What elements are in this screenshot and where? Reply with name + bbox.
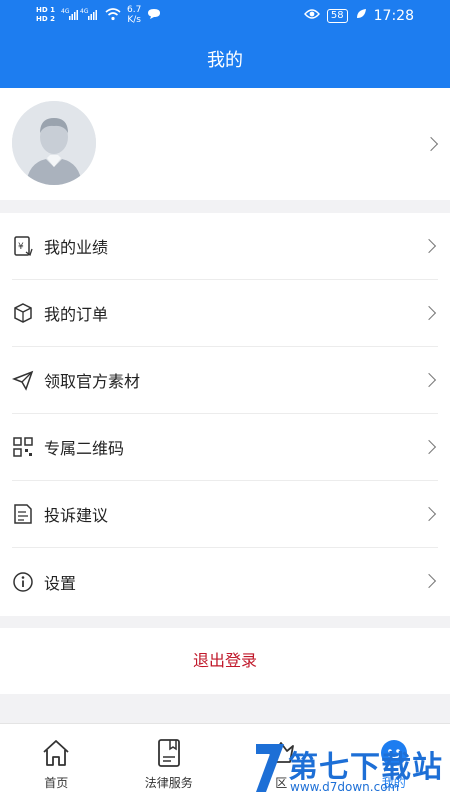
qr-code-icon <box>12 436 34 458</box>
sim1-label: HD 1 <box>36 6 55 14</box>
tab-label: 首页 <box>44 776 69 790</box>
menu-item-qrcode[interactable]: 专属二维码 <box>12 414 438 481</box>
wifi-icon <box>105 7 121 24</box>
chevron-right-icon <box>421 506 437 522</box>
avatar[interactable] <box>12 101 96 185</box>
svg-text:¥: ¥ <box>18 242 24 252</box>
chevron-right-icon <box>423 136 439 152</box>
menu-item-materials[interactable]: 领取官方素材 <box>12 347 438 414</box>
menu-item-label: 专属二维码 <box>44 439 125 458</box>
leaf-icon <box>355 8 367 24</box>
chevron-right-icon <box>421 238 437 254</box>
receipt-yen-icon: ¥ <box>12 235 34 257</box>
tab-legal-services[interactable]: 法律服务 <box>113 724 226 800</box>
watermark-logo: 第七下载站 www.d7down.com <box>250 730 450 800</box>
sim-indicators: HD 1 HD 2 <box>36 6 55 24</box>
book-icon <box>154 738 184 768</box>
message-icon <box>147 8 161 23</box>
profile-card[interactable] <box>0 88 450 200</box>
eye-icon <box>303 8 320 24</box>
speed-value: 6.7 <box>126 5 142 15</box>
chevron-right-icon <box>421 305 437 321</box>
chevron-right-icon <box>421 372 437 388</box>
clock: 17:28 <box>373 8 414 24</box>
document-icon <box>12 503 34 525</box>
sim2-label: HD 2 <box>36 15 55 23</box>
watermark-url: www.d7down.com <box>290 780 400 794</box>
status-bar: HD 1 HD 2 4G 4G 6.7 K/s 58 17:28 <box>0 0 450 34</box>
signal-icon: 4G 4G <box>61 7 99 24</box>
chevron-right-icon <box>421 439 437 455</box>
info-icon <box>12 571 34 593</box>
status-left: HD 1 HD 2 4G 4G 6.7 K/s <box>36 5 161 25</box>
battery-indicator: 58 <box>326 9 348 23</box>
logout-button[interactable]: 退出登录 <box>0 628 450 694</box>
menu-item-label: 设置 <box>44 573 77 593</box>
network-speed: 6.7 K/s <box>127 5 141 25</box>
menu-item-feedback[interactable]: 投诉建议 <box>12 481 438 548</box>
box-icon <box>12 302 34 324</box>
tab-label: 法律服务 <box>144 776 193 790</box>
svg-text:4G: 4G <box>61 8 70 15</box>
tab-home[interactable]: 首页 <box>0 724 113 800</box>
menu-list: ¥ 我的业绩 我的订单 领取官方素材 专属二维码 投诉建议 设置 <box>0 213 450 616</box>
paper-plane-icon <box>12 369 34 391</box>
menu-item-label: 我的订单 <box>44 305 109 324</box>
menu-item-settings[interactable]: 设置 <box>12 548 438 615</box>
bottom-tab-bar: 首页 法律服务 区 我的 第七下载站 www.d7down.com <box>0 723 450 800</box>
svg-text:4G: 4G <box>80 8 89 15</box>
page-title: 我的 <box>0 34 450 88</box>
menu-item-performance[interactable]: ¥ 我的业绩 <box>12 213 438 280</box>
status-right: 58 17:28 <box>303 8 414 24</box>
chevron-right-icon <box>421 573 437 589</box>
menu-item-orders[interactable]: 我的订单 <box>12 280 438 347</box>
home-icon <box>41 738 71 768</box>
menu-item-label: 我的业绩 <box>44 238 109 257</box>
menu-item-label: 投诉建议 <box>44 506 109 525</box>
menu-item-label: 领取官方素材 <box>44 372 141 391</box>
speed-unit: K/s <box>127 15 141 25</box>
